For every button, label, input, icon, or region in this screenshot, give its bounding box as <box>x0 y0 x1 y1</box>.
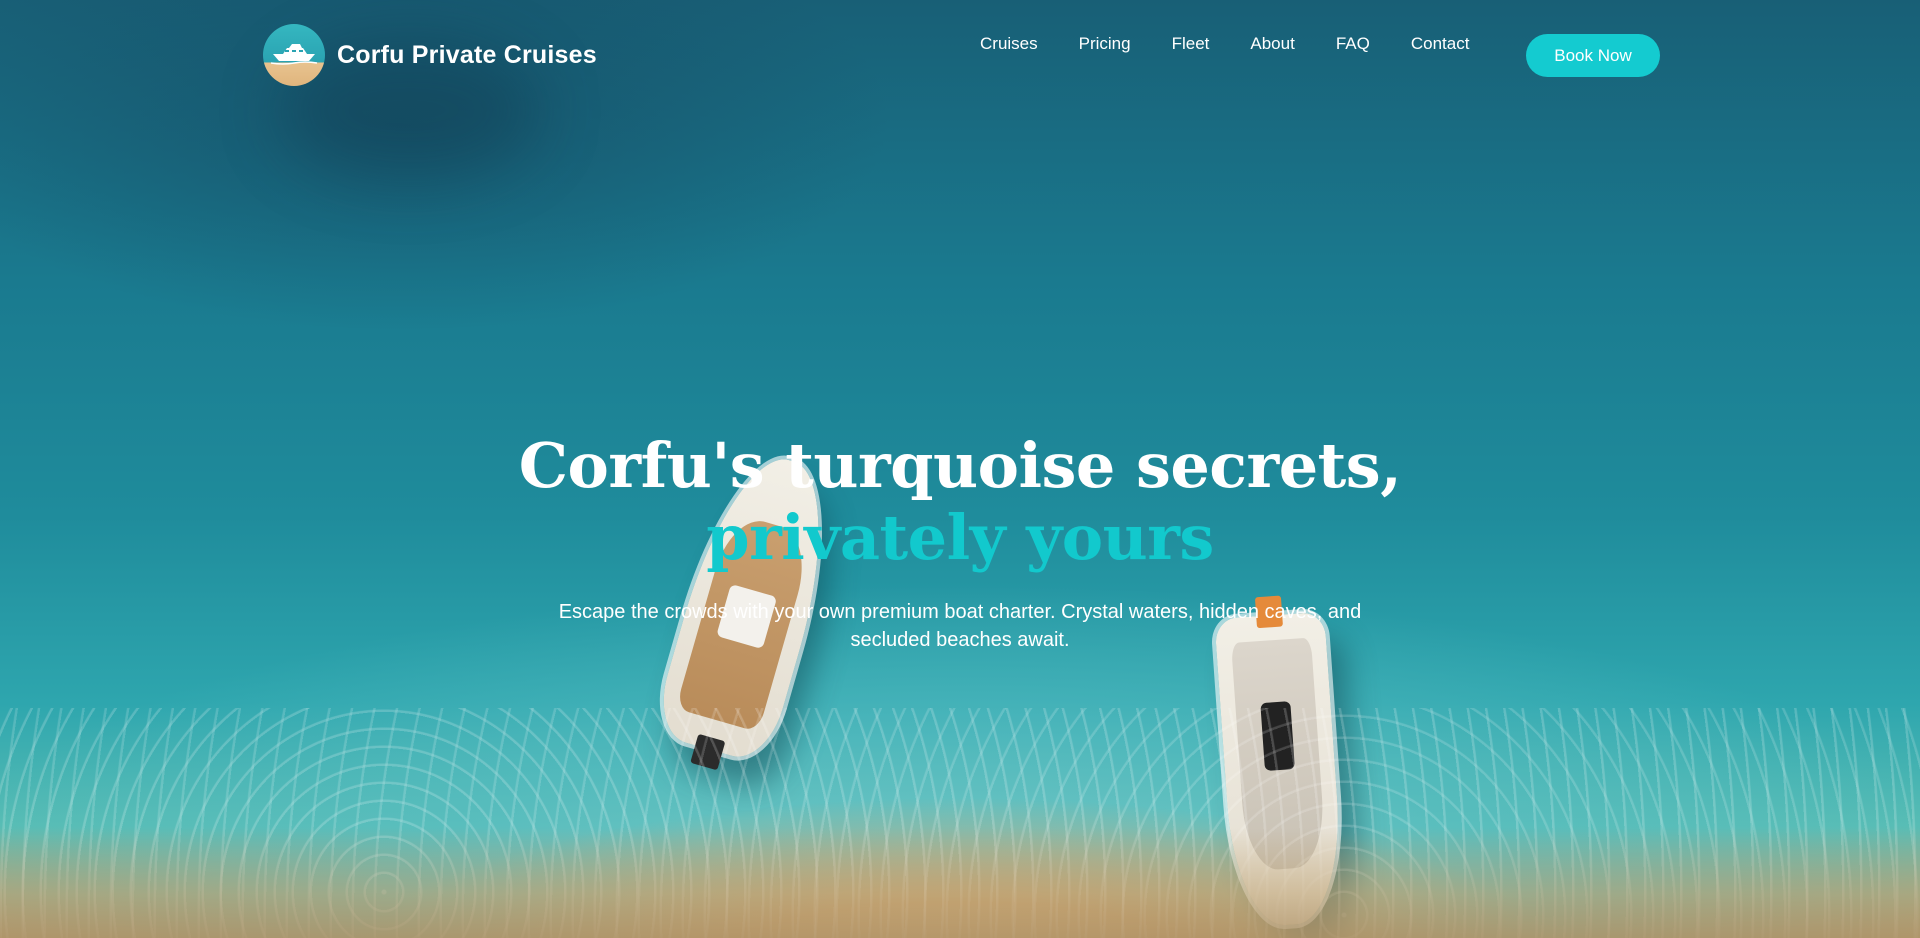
nav-about[interactable]: About <box>1250 34 1294 54</box>
brand-link[interactable]: Corfu Private Cruises <box>263 24 597 86</box>
main-nav: Cruises Pricing Fleet About FAQ Contact <box>980 34 1503 54</box>
nav-contact[interactable]: Contact <box>1411 34 1470 54</box>
nav-cruises[interactable]: Cruises <box>980 34 1038 54</box>
hero-title-highlight: privately yours <box>706 501 1214 574</box>
hero-title: Corfu's turquoise secrets, <box>518 429 1402 502</box>
site-header: Corfu Private Cruises Cruises Pricing Fl… <box>0 0 1920 110</box>
nav-pricing[interactable]: Pricing <box>1079 34 1131 54</box>
shore-foam <box>0 708 1920 938</box>
nav-fleet[interactable]: Fleet <box>1172 34 1210 54</box>
hero-subtitle: Escape the crowds with your own premium … <box>558 601 1362 651</box>
brand-name: Corfu Private Cruises <box>337 40 597 69</box>
book-now-button[interactable]: Book Now <box>1526 34 1660 77</box>
yacht-logo-icon <box>263 24 325 86</box>
hero-section: Corfu Private Cruises Cruises Pricing Fl… <box>0 0 1920 938</box>
boat-image-right <box>1214 595 1346 929</box>
hero-text-block: Corfu's turquoise secrets, privately you… <box>0 430 1920 654</box>
nav-faq[interactable]: FAQ <box>1336 34 1370 54</box>
sand-shore <box>0 828 1920 938</box>
